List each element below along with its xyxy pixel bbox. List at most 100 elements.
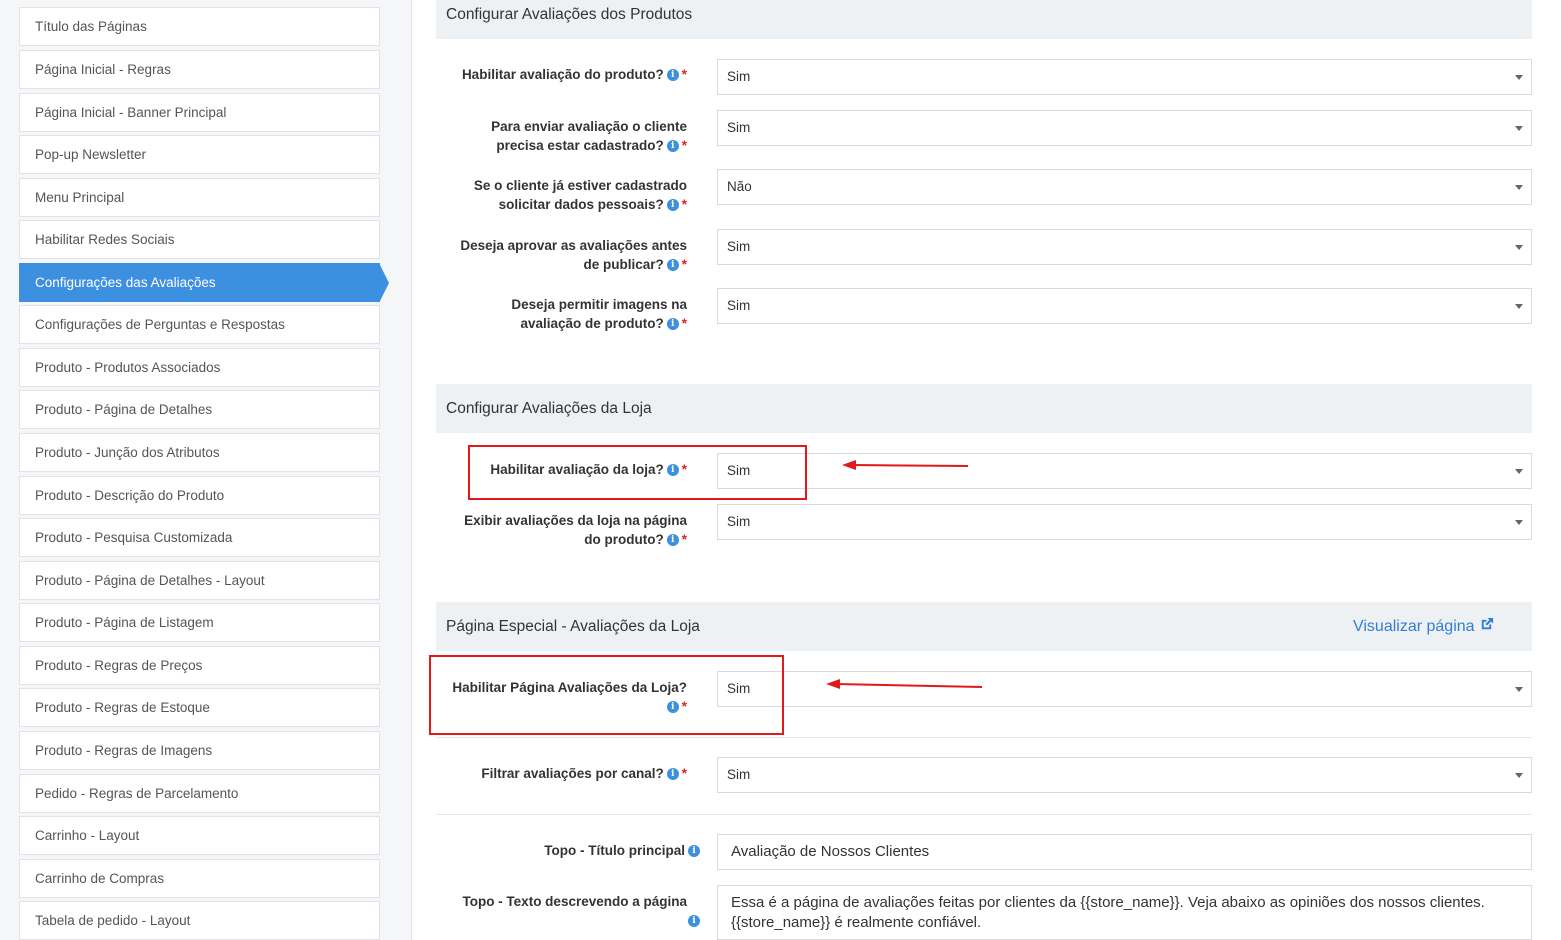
info-icon[interactable]: i <box>666 69 679 82</box>
topo-texto-textarea[interactable]: Essa é a página de avaliações feitas por… <box>717 885 1532 940</box>
sidebar-item-regras-estoque[interactable]: Produto - Regras de Estoque <box>19 688 380 727</box>
field-label: Se o cliente já estiver cadastrado solic… <box>474 176 687 214</box>
sidebar-item-perguntas-respostas[interactable]: Configurações de Perguntas e Respostas <box>19 305 380 344</box>
field-label: Exibir avaliações da loja na página do p… <box>464 511 687 549</box>
sidebar-item-descricao-produto[interactable]: Produto - Descrição do Produto <box>19 476 380 515</box>
sidebar-item-tabela-pedido-layout[interactable]: Tabela de pedido - Layout <box>19 901 380 940</box>
field-label: Filtrar avaliações por canal? i * <box>481 764 687 783</box>
select-value: Não <box>727 179 752 194</box>
select-value: Sim <box>727 120 751 135</box>
required-marker: * <box>681 257 687 272</box>
caret-down-icon <box>1515 773 1523 778</box>
label-text: Topo - Título principal <box>544 843 685 858</box>
caret-down-icon <box>1515 469 1523 474</box>
select-habilitar-avaliacao-produto[interactable]: Sim <box>717 59 1532 95</box>
select-dados-pessoais[interactable]: Não <box>717 169 1532 205</box>
divider <box>436 814 1532 815</box>
select-cliente-cadastrado[interactable]: Sim <box>717 110 1532 146</box>
section-header-product-reviews: Configurar Avaliações dos Produtos <box>436 0 1532 39</box>
info-icon[interactable]: i <box>666 199 679 212</box>
required-marker: * <box>681 67 687 82</box>
section-header-special-page: Página Especial - Avaliações da Loja Vis… <box>436 602 1532 651</box>
label-text: Se o cliente já estiver cadastrado <box>473 178 687 193</box>
sidebar-item-regras-imagens[interactable]: Produto - Regras de Imagens <box>19 731 380 770</box>
sidebar-item-banner-principal[interactable]: Página Inicial - Banner Principal <box>19 93 380 132</box>
field-label: Topo - Texto descrevendo a página i <box>462 892 700 930</box>
select-permitir-imagens[interactable]: Sim <box>717 288 1532 324</box>
textarea-value: Essa é a página de avaliações feitas por… <box>731 894 1485 931</box>
section-title: Configurar Avaliações dos Produtos <box>446 6 693 23</box>
sidebar-item-redes-sociais[interactable]: Habilitar Redes Sociais <box>19 220 380 259</box>
field-label: Para enviar avaliação o cliente precisa … <box>491 117 687 155</box>
label-text: Exibir avaliações da loja na página <box>464 513 687 528</box>
field-label: Topo - Título principal i <box>544 841 700 860</box>
divider <box>436 737 1532 738</box>
sidebar-item-carrinho-compras[interactable]: Carrinho de Compras <box>19 859 380 898</box>
field-label: Deseja permitir imagens na avaliação de … <box>511 295 687 333</box>
sidebar-item-pagina-listagem[interactable]: Produto - Página de Listagem <box>19 603 380 642</box>
sidebar-item-regras-parcelamento[interactable]: Pedido - Regras de Parcelamento <box>19 774 380 813</box>
label-text: Filtrar avaliações por canal? <box>481 766 664 781</box>
label-text: Deseja aprovar as avaliações antes <box>460 238 687 253</box>
input-value: Avaliação de Nossos Clientes <box>731 843 930 860</box>
highlight-box <box>429 655 784 735</box>
select-aprovar-avaliacoes[interactable]: Sim <box>717 229 1532 265</box>
info-icon[interactable]: i <box>666 534 679 547</box>
caret-down-icon <box>1515 126 1523 131</box>
caret-down-icon <box>1515 687 1523 692</box>
select-value: Sim <box>727 514 751 529</box>
caret-down-icon <box>1515 520 1523 525</box>
sidebar-item-regras-precos[interactable]: Produto - Regras de Preços <box>19 646 380 685</box>
select-value: Sim <box>727 69 751 84</box>
select-value: Sim <box>727 239 751 254</box>
sidebar-item-pagina-inicial-regras[interactable]: Página Inicial - Regras <box>19 50 380 89</box>
required-marker: * <box>681 766 687 781</box>
select-value: Sim <box>727 298 751 313</box>
external-link-icon <box>1481 617 1494 630</box>
select-habilitar-avaliacao-loja[interactable]: Sim <box>717 453 1532 489</box>
info-icon[interactable]: i <box>666 318 679 331</box>
topo-titulo-input[interactable]: Avaliação de Nossos Clientes <box>717 834 1532 870</box>
label-text: de publicar? <box>583 257 664 272</box>
label-text: Para enviar avaliação o cliente <box>491 119 687 134</box>
required-marker: * <box>681 316 687 331</box>
section-title: Configurar Avaliações da Loja <box>446 400 652 417</box>
sidebar-item-configuracoes-avaliacoes[interactable]: Configurações das Avaliações <box>19 263 389 303</box>
caret-down-icon <box>1515 185 1523 190</box>
sidebar-item-menu-principal[interactable]: Menu Principal <box>19 178 380 217</box>
label-text: Topo - Texto descrevendo a página <box>462 894 687 909</box>
sidebar-item-popup-newsletter[interactable]: Pop-up Newsletter <box>19 135 380 174</box>
required-marker: * <box>681 532 687 547</box>
caret-down-icon <box>1515 245 1523 250</box>
info-icon[interactable]: i <box>688 915 700 928</box>
sidebar-item-pagina-detalhes[interactable]: Produto - Página de Detalhes <box>19 390 380 429</box>
select-filtrar-por-canal[interactable]: Sim <box>717 757 1532 793</box>
sidebar-item-pesquisa-customizada[interactable]: Produto - Pesquisa Customizada <box>19 518 380 557</box>
select-exibir-avaliacoes-produto[interactable]: Sim <box>717 504 1532 540</box>
label-text: precisa estar cadastrado? <box>496 138 664 153</box>
caret-down-icon <box>1515 75 1523 80</box>
sidebar-item-carrinho-layout[interactable]: Carrinho - Layout <box>19 816 380 855</box>
field-label: Habilitar avaliação do produto? i * <box>462 65 687 84</box>
select-habilitar-pagina-avaliacoes[interactable]: Sim <box>717 671 1532 707</box>
sidebar-item-produtos-associados[interactable]: Produto - Produtos Associados <box>19 348 380 387</box>
info-icon[interactable]: i <box>666 259 679 272</box>
info-icon[interactable]: i <box>666 140 679 153</box>
sidebar-item-juncao-atributos[interactable]: Produto - Junção dos Atributos <box>19 433 380 472</box>
caret-down-icon <box>1515 304 1523 309</box>
label-text: Habilitar avaliação do produto? <box>461 67 664 82</box>
section-header-store-reviews: Configurar Avaliações da Loja <box>436 384 1532 433</box>
field-label: Deseja aprovar as avaliações antes de pu… <box>460 236 687 274</box>
select-value: Sim <box>727 767 751 782</box>
sidebar: Título das Páginas Página Inicial - Regr… <box>0 0 412 940</box>
label-text: do produto? <box>584 532 664 547</box>
required-marker: * <box>681 197 687 212</box>
label-text: Deseja permitir imagens na <box>511 297 687 312</box>
sidebar-item-titulo-paginas[interactable]: Título das Páginas <box>19 7 380 46</box>
info-icon[interactable]: i <box>688 845 700 858</box>
label-text: avaliação de produto? <box>520 316 664 331</box>
visualizar-pagina-link[interactable]: Visualizar página <box>1353 602 1494 651</box>
highlight-box <box>468 445 807 500</box>
sidebar-item-detalhes-layout[interactable]: Produto - Página de Detalhes - Layout <box>19 561 380 600</box>
info-icon[interactable]: i <box>666 768 679 781</box>
